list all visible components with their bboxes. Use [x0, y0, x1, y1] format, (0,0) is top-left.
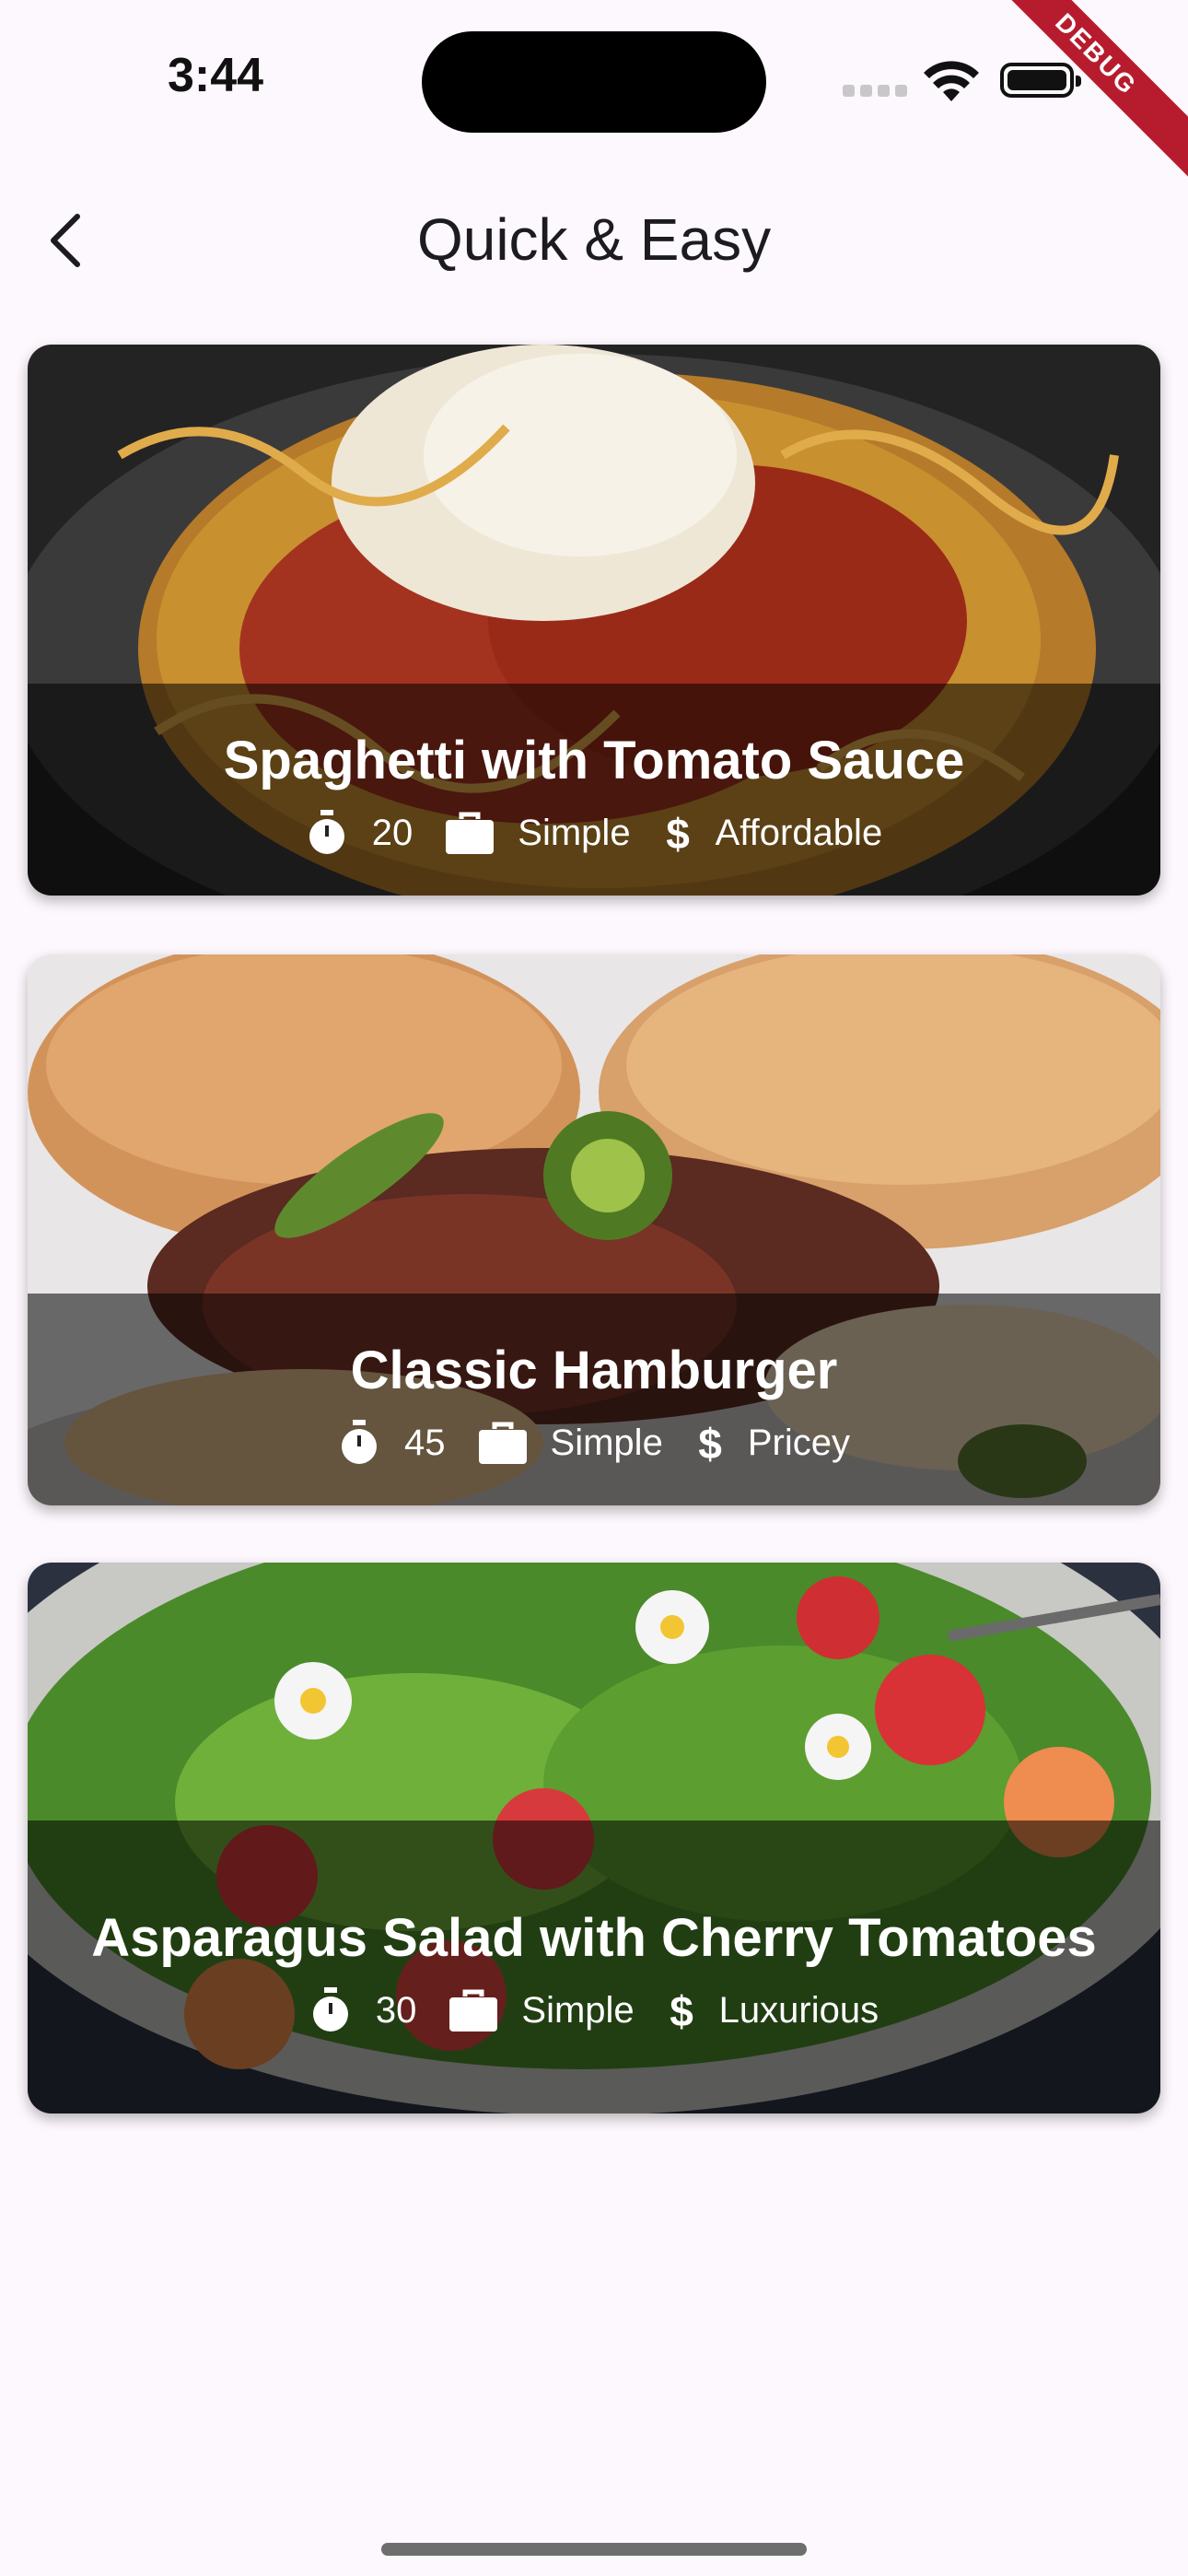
meal-card[interactable]: Classic Hamburger 45 Simple $ Pricey: [28, 954, 1160, 1505]
meal-info-overlay: Classic Hamburger 45 Simple $ Pricey: [28, 1294, 1160, 1505]
stopwatch-icon: [309, 810, 344, 854]
complexity-label: Simple: [521, 1989, 635, 2031]
meal-info-overlay: Spaghetti with Tomato Sauce 20 Simple $ …: [28, 684, 1160, 896]
affordability-label: Pricey: [747, 1422, 850, 1463]
svg-text:$: $: [670, 1987, 693, 2033]
affordability-item: $ Affordable: [664, 810, 883, 856]
wifi-icon: [924, 61, 979, 101]
meal-title: Spaghetti with Tomato Sauce: [223, 731, 965, 790]
page-title: Quick & Easy: [416, 206, 772, 273]
chevron-left-icon: [51, 214, 80, 267]
complexity-item: Simple: [449, 1989, 635, 2032]
affordability-item: $ Pricey: [696, 1420, 850, 1466]
complexity-label: Simple: [550, 1422, 663, 1463]
status-time: 3:44: [168, 49, 264, 102]
duration-label: 30: [375, 1989, 417, 2031]
meal-meta-row: 30 Simple $ Luxurious: [293, 1987, 895, 2033]
meal-meta-row: 20 Simple $ Affordable: [289, 810, 899, 856]
duration-label: 20: [371, 812, 413, 853]
meal-title: Classic Hamburger: [350, 1341, 838, 1400]
dollar-icon: $: [666, 810, 690, 856]
dollar-icon: $: [698, 1420, 722, 1466]
svg-text:$: $: [666, 810, 690, 856]
stopwatch-icon: [342, 1420, 378, 1464]
meal-card[interactable]: Asparagus Salad with Cherry Tomatoes 30 …: [28, 1563, 1160, 2113]
svg-text:$: $: [698, 1420, 722, 1466]
battery-icon: [1000, 63, 1081, 98]
stopwatch-icon: [312, 1987, 348, 2032]
duration-item: 20: [306, 810, 413, 856]
dollar-icon: $: [670, 1987, 693, 2033]
debug-banner: DEBUG: [957, 0, 1188, 193]
home-indicator[interactable]: [381, 2543, 807, 2556]
meal-title: Asparagus Salad with Cherry Tomatoes: [91, 1908, 1097, 1968]
meal-meta-row: 45 Simple $ Pricey: [321, 1420, 867, 1466]
duration-item: 30: [309, 1987, 417, 2033]
duration-item: 45: [338, 1420, 446, 1466]
complexity-label: Simple: [518, 812, 631, 853]
briefcase-icon: [449, 1989, 498, 2032]
cellular-signal-icon: [843, 85, 913, 101]
meal-info-overlay: Asparagus Salad with Cherry Tomatoes 30 …: [28, 1821, 1160, 2113]
briefcase-icon: [446, 812, 495, 854]
complexity-item: Simple: [446, 812, 631, 854]
complexity-item: Simple: [478, 1422, 663, 1464]
affordability-label: Luxurious: [718, 1989, 879, 2031]
affordability-label: Affordable: [715, 812, 883, 853]
dynamic-island: [422, 31, 766, 133]
duration-label: 45: [404, 1422, 446, 1463]
back-button[interactable]: [37, 205, 92, 276]
briefcase-icon: [478, 1422, 527, 1464]
meal-card[interactable]: Spaghetti with Tomato Sauce 20 Simple $ …: [28, 345, 1160, 896]
affordability-item: $ Luxurious: [668, 1987, 879, 2033]
